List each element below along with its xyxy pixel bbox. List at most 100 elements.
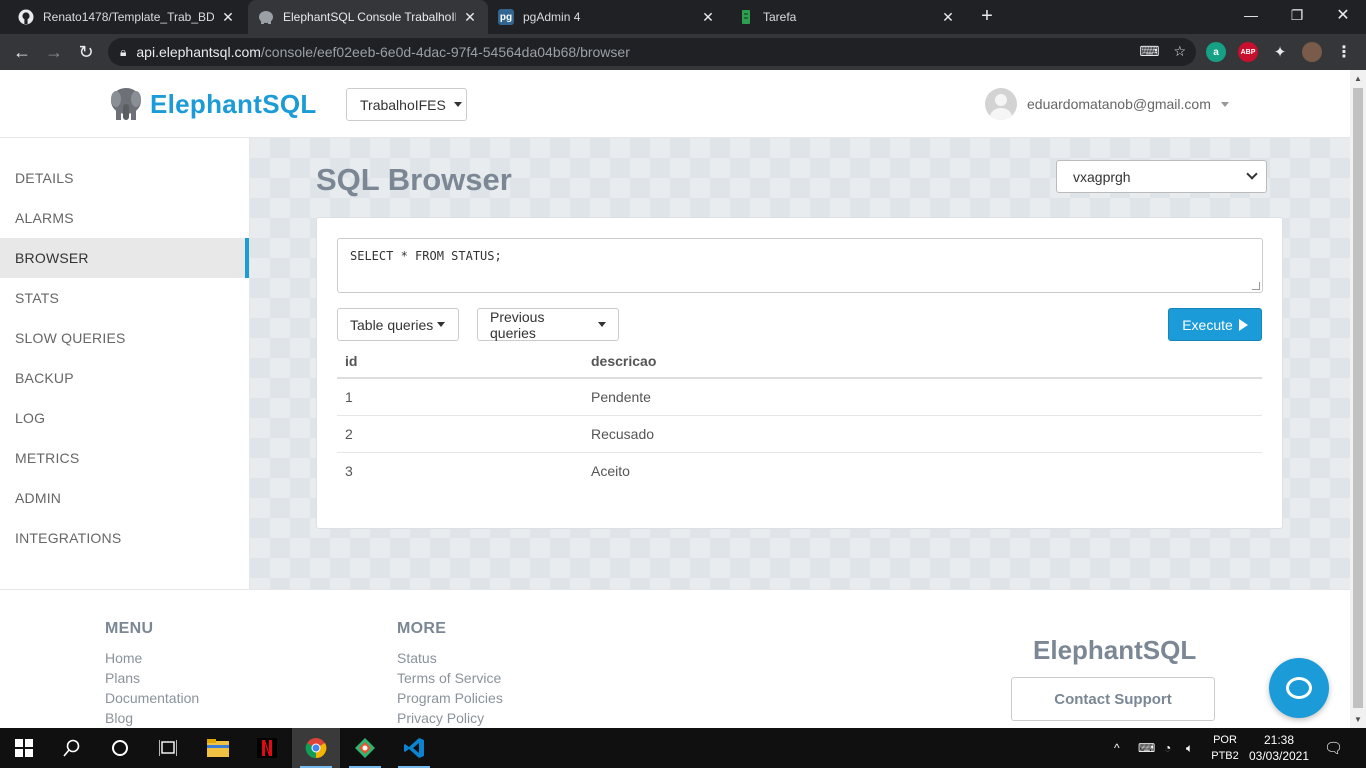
- table-cell: 1: [337, 378, 583, 416]
- previous-queries-label: Previous queries: [490, 308, 545, 341]
- task-view-icon[interactable]: [144, 728, 192, 768]
- sidebar-item-browser[interactable]: BROWSER: [0, 238, 249, 278]
- reload-icon[interactable]: ↻: [73, 39, 99, 65]
- close-icon[interactable]: ✕: [462, 9, 478, 26]
- elephantsql-icon: [258, 9, 274, 25]
- language-code: POR: [1213, 734, 1237, 746]
- browser-menu-icon[interactable]: ⋮: [1334, 42, 1354, 62]
- keyboard-language[interactable]: POR PTB2: [1208, 732, 1242, 764]
- scroll-up-icon[interactable]: ▲: [1354, 74, 1362, 83]
- footer-link-status[interactable]: Status: [397, 648, 503, 668]
- url-path: /console/eef02eeb-6e0d-4dac-97f4-54564da…: [260, 44, 630, 60]
- table-cell: Pendente: [583, 378, 1262, 416]
- netflix-icon[interactable]: [243, 728, 291, 768]
- previous-queries-dropdown[interactable]: Previous queries: [477, 308, 619, 341]
- close-icon[interactable]: ✕: [700, 9, 716, 26]
- extensions-puzzle-icon[interactable]: ✦: [1270, 42, 1290, 62]
- window-close-icon[interactable]: ✕: [1320, 0, 1366, 30]
- tray-volume-icon[interactable]: 🔈︎: [1186, 728, 1193, 768]
- forward-icon[interactable]: →: [41, 39, 67, 65]
- browser-tab-pgadmin[interactable]: pg pgAdmin 4 ✕: [488, 0, 726, 34]
- browser-tab-github[interactable]: Renato1478/Template_Trab_BD1_ ✕: [8, 0, 246, 34]
- windows-start-icon[interactable]: [0, 728, 48, 768]
- taskbar-clock[interactable]: 21:38 03/03/2021: [1246, 732, 1312, 764]
- vscode-icon[interactable]: [390, 728, 438, 768]
- tab-title: pgAdmin 4: [523, 10, 581, 24]
- chat-support-button[interactable]: [1269, 658, 1329, 718]
- notification-icon[interactable]: 🗨︎: [1324, 728, 1343, 768]
- search-icon[interactable]: [48, 728, 96, 768]
- lock-icon: 🔒︎: [120, 44, 127, 59]
- sidebar-item-slow-queries[interactable]: SLOW QUERIES: [0, 318, 249, 358]
- sidebar-item-alarms[interactable]: ALARMS: [0, 198, 249, 238]
- address-bar[interactable]: 🔒︎ api.elephantsql.com/console/eef02eeb-…: [108, 38, 1196, 66]
- table-row: 1 Pendente: [337, 378, 1262, 416]
- browser-tab-tarefa[interactable]: Tarefa ✕: [728, 0, 966, 34]
- instance-selector[interactable]: TrabalhoIFES: [346, 88, 467, 121]
- execute-button[interactable]: Execute: [1168, 308, 1262, 341]
- back-icon[interactable]: ←: [9, 39, 35, 65]
- footer-link-documentation[interactable]: Documentation: [105, 688, 199, 708]
- footer-more-heading: MORE: [397, 620, 447, 637]
- adblock-plus-icon[interactable]: ABP: [1238, 42, 1258, 62]
- sidebar-item-stats[interactable]: STATS: [0, 278, 249, 318]
- table-cell: Recusado: [583, 415, 1262, 453]
- scrollbar-thumb[interactable]: [1353, 88, 1363, 708]
- file-explorer-icon[interactable]: [194, 728, 242, 768]
- execute-label: Execute: [1182, 316, 1233, 333]
- sidebar-item-backup[interactable]: BACKUP: [0, 358, 249, 398]
- scroll-down-icon[interactable]: ▼: [1354, 715, 1362, 724]
- page-scrollbar[interactable]: ▲ ▼: [1350, 70, 1366, 728]
- sidebar-item-metrics[interactable]: METRICS: [0, 438, 249, 478]
- footer-link-terms[interactable]: Terms of Service: [397, 668, 503, 688]
- browser-tab-strip: Renato1478/Template_Trab_BD1_ ✕ Elephant…: [0, 0, 1366, 34]
- tray-ime-icon[interactable]: ⌨: [1138, 728, 1155, 768]
- cortana-icon[interactable]: [96, 728, 144, 768]
- table-cell: 3: [345, 462, 353, 479]
- table-queries-dropdown[interactable]: Table queries: [337, 308, 459, 341]
- database-name: vxagprgh: [1073, 168, 1131, 185]
- browser-tab-elephantsql[interactable]: ElephantSQL Console TrabalhoIFES ✕: [248, 0, 488, 34]
- table-row: 3 Aceito: [337, 452, 1262, 489]
- close-icon[interactable]: ✕: [220, 9, 236, 26]
- tray-wifi-icon[interactable]: ◔: [1164, 728, 1171, 768]
- footer-link-plans[interactable]: Plans: [105, 668, 199, 688]
- database-select[interactable]: vxagprgh: [1056, 160, 1267, 193]
- new-tab-icon[interactable]: +: [976, 6, 998, 28]
- table-queries-label: Table queries: [350, 316, 434, 333]
- gitkraken-icon[interactable]: [341, 728, 389, 768]
- bookmark-star-icon[interactable]: ☆: [1173, 43, 1186, 60]
- pgadmin-icon: pg: [498, 9, 514, 25]
- sql-query-text: SELECT * FROM STATUS;: [350, 249, 502, 263]
- translate-icon[interactable]: ⌨: [1139, 43, 1159, 60]
- footer-link-privacy[interactable]: Privacy Policy: [397, 708, 503, 728]
- github-icon: [18, 9, 34, 25]
- sidebar-item-details[interactable]: DETAILS: [0, 158, 249, 198]
- table-cell: Aceito: [591, 462, 630, 479]
- elephantsql-logo[interactable]: ElephantSQL: [110, 86, 317, 122]
- profile-avatar-icon[interactable]: [1302, 42, 1322, 62]
- caret-down-icon: [437, 322, 446, 327]
- footer-link-home[interactable]: Home: [105, 648, 199, 668]
- close-icon[interactable]: ✕: [940, 9, 956, 26]
- maximize-icon[interactable]: ❐: [1274, 0, 1320, 30]
- extension-a-icon[interactable]: a: [1206, 42, 1226, 62]
- contact-support-button[interactable]: Contact Support: [1011, 677, 1215, 721]
- sql-query-input[interactable]: SELECT * FROM STATUS;: [337, 238, 1263, 293]
- resize-grip-icon[interactable]: [1252, 282, 1260, 290]
- sidebar-item-log[interactable]: LOG: [0, 398, 249, 438]
- footer-link-program-policies[interactable]: Program Policies: [397, 688, 503, 708]
- tray-chevron-up-icon[interactable]: ^: [1114, 728, 1120, 768]
- minimize-icon[interactable]: —: [1228, 0, 1274, 30]
- footer-link-blog[interactable]: Blog: [105, 708, 199, 728]
- sidebar-nav: DETAILS ALARMS BROWSER STATS SLOW QUERIE…: [0, 138, 250, 589]
- chevron-down-icon: [1246, 168, 1258, 180]
- chat-bubble-icon: [1286, 677, 1312, 699]
- user-menu[interactable]: eduardomatanob@gmail.com: [985, 88, 1229, 120]
- chrome-icon[interactable]: [292, 728, 340, 768]
- sidebar-item-integrations[interactable]: INTEGRATIONS: [0, 518, 249, 558]
- clock-date: 03/03/2021: [1248, 749, 1310, 763]
- sidebar-item-admin[interactable]: ADMIN: [0, 478, 249, 518]
- clock-time: 21:38: [1263, 733, 1295, 747]
- footer-more-column: MORE Status Terms of Service Program Pol…: [397, 620, 503, 728]
